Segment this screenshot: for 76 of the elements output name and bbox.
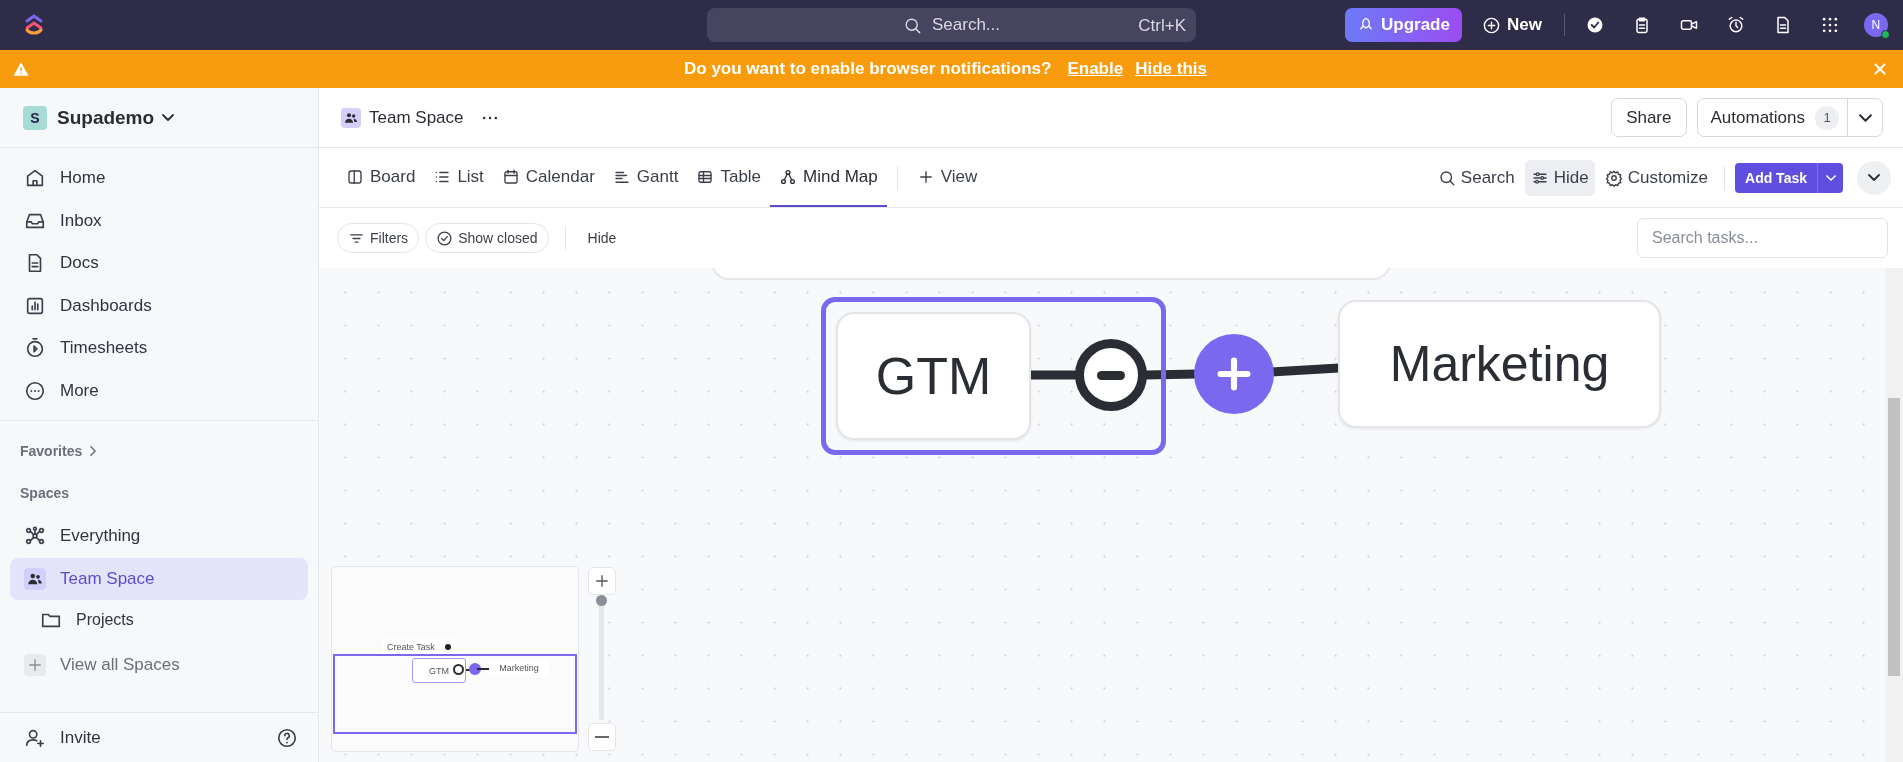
color-dot — [444, 643, 451, 650]
shortcut-hint: Ctrl+K — [1138, 16, 1186, 36]
favorites-heading[interactable]: Favorites — [10, 431, 308, 471]
space-title: Team Space — [369, 107, 464, 128]
more-icon — [24, 379, 46, 402]
mindmap-node[interactable]: GTM — [836, 312, 1031, 440]
chevron-down-icon — [162, 114, 175, 121]
mindmap-canvas[interactable]: GTM Marketing Create Task GTM Marketing — [319, 268, 1903, 762]
collapse-button[interactable] — [1857, 160, 1891, 195]
sidebar-item[interactable]: Docs — [10, 242, 308, 285]
view-tab[interactable]: Mind Map — [770, 148, 887, 207]
chevron-down-icon — [1825, 174, 1836, 181]
minimap-label: Create Task — [387, 641, 435, 652]
view-tab[interactable]: Board — [337, 148, 425, 207]
plus-icon — [593, 572, 611, 590]
toolbar-button[interactable]: Search — [1431, 159, 1521, 196]
plus-icon — [24, 654, 46, 676]
scrollbar[interactable] — [1885, 268, 1903, 762]
add-node-button — [469, 663, 481, 675]
invite-button[interactable]: Invite — [10, 716, 101, 759]
upgrade-button[interactable]: Upgrade — [1345, 8, 1462, 42]
view-tab[interactable]: Gantt — [603, 148, 688, 207]
people-icon — [24, 567, 46, 590]
sidebar-item[interactable]: Projects — [10, 600, 308, 640]
board-icon — [346, 167, 364, 186]
search-icon — [1437, 168, 1456, 187]
sidebar-item[interactable]: Home — [10, 157, 308, 200]
mindmap-node[interactable]: Marketing — [1338, 300, 1661, 428]
online-dot — [1880, 30, 1890, 39]
filter-button[interactable]: Show closed — [425, 223, 549, 253]
view-tab[interactable]: Table — [687, 148, 771, 207]
sidebar-item[interactable]: More — [10, 369, 308, 412]
sidebar-item[interactable]: Dashboards — [10, 284, 308, 327]
chevron-right-icon — [90, 446, 97, 456]
slider-thumb[interactable] — [596, 595, 607, 606]
view-tab[interactable]: Calendar — [492, 148, 604, 207]
zoom-in-button[interactable] — [588, 567, 616, 595]
chevron-down-icon — [1868, 174, 1880, 181]
sidebar-item[interactable]: Timesheets — [10, 327, 308, 370]
settings-icon — [1604, 168, 1623, 187]
toolbar-button[interactable]: Hide — [1524, 159, 1595, 196]
scrollbar-thumb[interactable] — [1888, 398, 1900, 676]
zoom-slider[interactable] — [599, 595, 604, 720]
collapse-toggle — [453, 664, 464, 675]
warning-icon — [12, 60, 30, 78]
plus-circle-icon — [1481, 15, 1501, 35]
toolbar-button[interactable]: Customize — [1598, 159, 1714, 196]
count-badge: 1 — [1815, 105, 1839, 130]
add-view-button[interactable]: View — [907, 148, 987, 207]
workspace-avatar[interactable]: S — [23, 105, 47, 130]
search-field[interactable]: Search tasks... — [1637, 218, 1888, 258]
sidebar-item[interactable]: View all Spaces — [10, 640, 308, 690]
zoom-out-button[interactable] — [588, 723, 616, 751]
view-tab[interactable]: List — [424, 148, 493, 207]
chevron-down-icon — [1858, 113, 1872, 122]
hide-button[interactable]: Hide — [581, 230, 623, 246]
minimap-node: Marketing — [489, 659, 549, 677]
mind-map-icon — [779, 167, 798, 186]
notification-message: Do you want to enable browser notifications? — [684, 59, 1052, 79]
spaces-heading: Spaces — [19, 484, 71, 503]
sidebar-item[interactable]: Team Space — [10, 557, 308, 600]
minimap-node: GTM — [412, 658, 466, 683]
help-icon[interactable] — [276, 726, 298, 749]
user-avatar[interactable]: N — [1863, 13, 1888, 37]
minimap[interactable]: Create Task GTM Marketing — [331, 566, 579, 752]
people-icon — [341, 107, 361, 128]
search-icon — [902, 15, 922, 35]
timer-icon — [24, 337, 46, 360]
share-button[interactable]: Share — [1611, 98, 1687, 137]
search-field[interactable]: Search... Ctrl+K — [707, 8, 1196, 42]
calendar-icon — [501, 167, 520, 186]
workspace-name[interactable]: Supademo — [57, 106, 155, 129]
sidebar-item[interactable]: Everything — [10, 515, 308, 558]
check-circle-icon — [436, 229, 454, 247]
sidebar-item[interactable]: Inbox — [10, 199, 308, 242]
new-button[interactable]: New — [1481, 15, 1542, 35]
